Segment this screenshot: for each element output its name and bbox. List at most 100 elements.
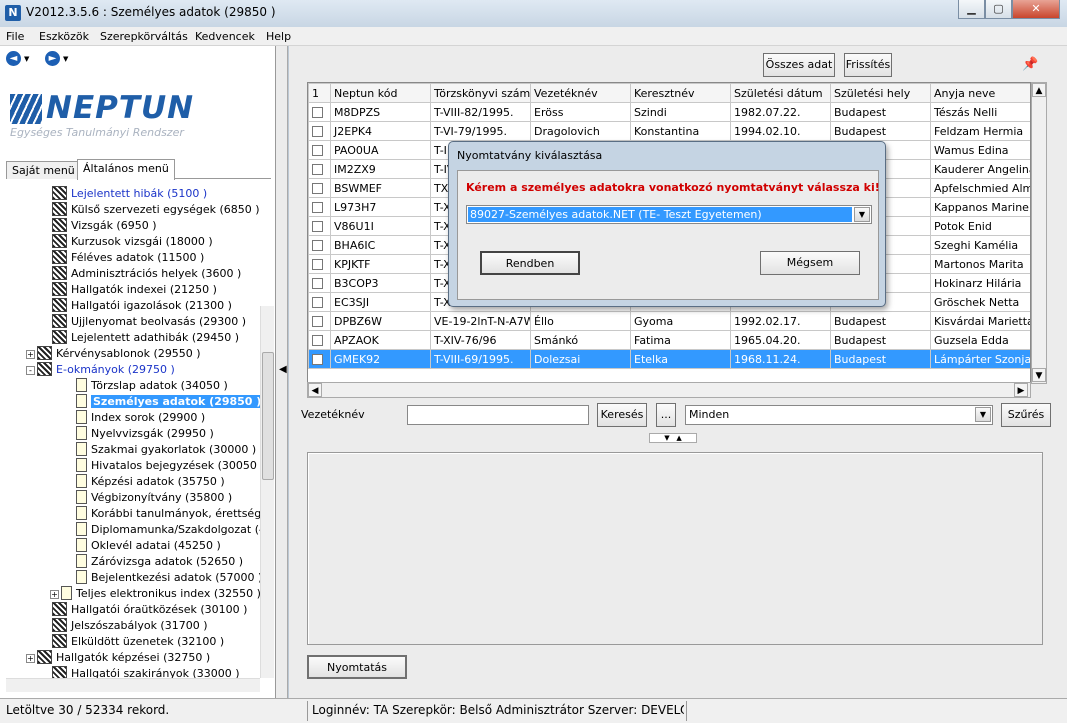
- column-header[interactable]: Keresztnév: [630, 83, 731, 103]
- checkbox-icon[interactable]: [312, 182, 323, 194]
- table-row[interactable]: M8DPZS T-VIII-82/1995. Eröss Szindi 1982.07.…: [308, 102, 1030, 122]
- tree-item[interactable]: Hivatalos bejegyzések (30050 ): [63, 458, 262, 474]
- expand-down-icon[interactable]: ▼: [664, 434, 669, 442]
- column-header[interactable]: Születési dátum: [730, 83, 831, 103]
- row-checkbox[interactable]: [308, 178, 331, 198]
- table-row[interactable]: J2EPK4 T-VI-79/1995. Dragolovich Konstantin…: [308, 121, 1030, 141]
- tree-item[interactable]: Féléves adatok (11500 ): [39, 250, 204, 266]
- checkbox-icon[interactable]: [312, 334, 323, 346]
- tree-vertical-scrollbar[interactable]: [260, 306, 274, 678]
- pin-icon[interactable]: 📌: [1022, 57, 1038, 72]
- tree-item[interactable]: Kurzusok vizsgái (18000 ): [39, 234, 213, 250]
- row-checkbox[interactable]: [308, 197, 331, 217]
- scroll-left-icon[interactable]: ◀: [308, 383, 322, 397]
- expand-icon[interactable]: +: [26, 350, 35, 359]
- checkbox-icon[interactable]: [312, 296, 323, 308]
- ok-button[interactable]: Rendben: [480, 251, 580, 275]
- collapse-icon[interactable]: -: [26, 366, 35, 375]
- grid-vertical-scrollbar[interactable]: ▲ ▼: [1031, 82, 1047, 384]
- scroll-thumb[interactable]: [262, 352, 274, 480]
- expand-icon[interactable]: +: [26, 654, 35, 663]
- filter-button[interactable]: Szűrés: [1001, 403, 1051, 427]
- scroll-up-icon[interactable]: ▲: [1032, 83, 1046, 97]
- row-checkbox[interactable]: [308, 349, 331, 369]
- column-header[interactable]: Születési hely: [830, 83, 931, 103]
- print-button[interactable]: Nyomtatás: [307, 655, 407, 679]
- tree-item[interactable]: Lejelentett hibák (5100 ): [39, 186, 207, 202]
- tree-item[interactable]: Személyes adatok (29850 ): [63, 394, 262, 410]
- filter-select[interactable]: Minden ▼: [685, 405, 993, 425]
- column-header[interactable]: 1: [308, 83, 331, 103]
- column-header[interactable]: Vezetéknév: [530, 83, 631, 103]
- expand-up-icon[interactable]: ▲: [676, 434, 681, 442]
- scroll-right-icon[interactable]: ▶: [1014, 383, 1028, 397]
- tree-item[interactable]: Adminisztrációs helyek (3600 ): [39, 266, 241, 282]
- tree-item[interactable]: Szakmai gyakorlatok (30000 ): [63, 442, 256, 458]
- row-checkbox[interactable]: [308, 121, 331, 141]
- row-checkbox[interactable]: [308, 159, 331, 179]
- tree-item[interactable]: Index sorok (29900 ): [63, 410, 205, 426]
- checkbox-icon[interactable]: [312, 106, 323, 118]
- tree-item[interactable]: Záróvizsga adatok (52650 ): [63, 554, 243, 570]
- collapse-left-icon[interactable]: ◀: [279, 364, 287, 375]
- menu-eszkozok[interactable]: Eszközök: [39, 30, 89, 43]
- tab-altalanos-menu[interactable]: Általános menü: [77, 159, 175, 180]
- panel-splitter[interactable]: ◀: [276, 46, 288, 698]
- grid-horizontal-scrollbar[interactable]: ◀ ▶: [307, 382, 1031, 398]
- tree-item[interactable]: Elküldött üzenetek (32100 ): [39, 634, 224, 650]
- back-icon[interactable]: ◄: [6, 51, 21, 66]
- table-row[interactable]: DPBZ6WVE-19-2lnT-N-A7WCÉlloGyoma1992.02.…: [308, 311, 1030, 331]
- tree-item[interactable]: Külső szervezeti egységek (6850 ): [39, 202, 260, 218]
- detail-splitter[interactable]: ▼ ▲: [649, 433, 697, 443]
- tree-item[interactable]: Korábbi tanulmányok, érettségi adatok: [63, 506, 262, 522]
- tree-item[interactable]: Törzslap adatok (34050 ): [63, 378, 228, 394]
- forward-icon[interactable]: ►: [45, 51, 60, 66]
- menu-szerepkorvaltas[interactable]: Szerepkörváltás: [100, 30, 188, 43]
- tree-item[interactable]: + Teljes elektronikus index (32550 ): [50, 586, 261, 602]
- row-checkbox[interactable]: [308, 102, 331, 122]
- tree-horizontal-scrollbar[interactable]: [6, 678, 260, 692]
- tree-item[interactable]: Hallgatói igazolások (21300 ): [39, 298, 232, 314]
- tree-item[interactable]: Hallgatói óraütközések (30100 ): [39, 602, 247, 618]
- tree-item[interactable]: Jelszószabályok (31700 ): [39, 618, 208, 634]
- column-header[interactable]: Neptun kód: [330, 83, 431, 103]
- menu-kedvencek[interactable]: Kedvencek: [195, 30, 255, 43]
- tree-item[interactable]: Lejelentett adathibák (29450 ): [39, 330, 239, 346]
- row-checkbox[interactable]: [308, 140, 331, 160]
- tree-item[interactable]: Nyelvvizsgák (29950 ): [63, 426, 214, 442]
- tab-sajat-menu[interactable]: Saját menü: [6, 161, 81, 179]
- expand-icon[interactable]: +: [50, 590, 59, 599]
- checkbox-icon[interactable]: [312, 201, 323, 213]
- chevron-down-icon[interactable]: ▼: [975, 407, 991, 422]
- checkbox-icon[interactable]: [312, 353, 323, 365]
- row-checkbox[interactable]: [308, 273, 331, 293]
- chevron-down-icon[interactable]: ▼: [854, 207, 870, 222]
- row-checkbox[interactable]: [308, 216, 331, 236]
- ellipsis-button[interactable]: ...: [656, 403, 676, 427]
- checkbox-icon[interactable]: [312, 239, 323, 251]
- row-checkbox[interactable]: [308, 330, 331, 350]
- checkbox-icon[interactable]: [312, 125, 323, 137]
- tree-item[interactable]: Bejelentkezési adatok (57000 ): [63, 570, 262, 586]
- tree-item[interactable]: Oklevél adatai (45250 ): [63, 538, 221, 554]
- row-checkbox[interactable]: [308, 292, 331, 312]
- tree-item[interactable]: Diplomamunka/Szakdolgozat (45200: [63, 522, 262, 538]
- tree-item[interactable]: Végbizonyítvány (35800 ): [63, 490, 232, 506]
- checkbox-icon[interactable]: [312, 277, 323, 289]
- table-row[interactable]: GMEK92 T-VIII-69/1995. Dolezsai Etelka 1968.…: [308, 349, 1030, 369]
- row-checkbox[interactable]: [308, 254, 331, 274]
- cancel-button[interactable]: Mégsem: [760, 251, 860, 275]
- menu-file[interactable]: File: [6, 30, 24, 43]
- table-row[interactable]: APZAOK T-XIV-76/96 Smánkó Fatima 1965.04.20.…: [308, 330, 1030, 350]
- filter-input[interactable]: [407, 405, 589, 425]
- close-button[interactable]: ✕: [1012, 0, 1060, 19]
- tree-item[interactable]: Képzési adatok (35750 ): [63, 474, 225, 490]
- column-header[interactable]: Törzskönyvi szám: [430, 83, 531, 103]
- tree-item[interactable]: Vizsgák (6950 ): [39, 218, 157, 234]
- refresh-button[interactable]: Frissítés: [844, 53, 892, 77]
- tree-item[interactable]: + Hallgatók képzései (32750 ): [26, 650, 210, 666]
- menu-help[interactable]: Help: [266, 30, 291, 43]
- row-checkbox[interactable]: [308, 235, 331, 255]
- minimize-button[interactable]: ▁: [958, 0, 985, 19]
- tree-item[interactable]: - E-okmányok (29750 ): [26, 362, 175, 378]
